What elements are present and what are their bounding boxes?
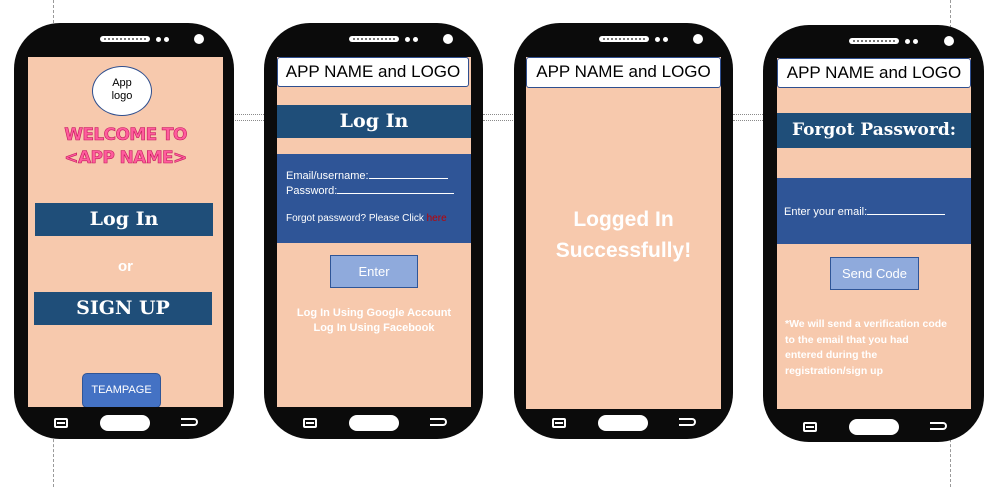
home-button[interactable]: [349, 415, 399, 431]
success-screen: APP NAME and LOGO Logged In Successfully…: [526, 57, 721, 409]
note-line-3: entered during the: [785, 349, 878, 361]
home-button[interactable]: [100, 415, 150, 431]
email-input-line[interactable]: [368, 168, 448, 179]
page-title: Forgot Password:: [777, 113, 971, 148]
speaker-icon: [849, 38, 899, 44]
welcome-title: WELCOME TO <APP NAME>: [28, 124, 223, 170]
email-row[interactable]: Email/username:: [286, 168, 448, 182]
connector-line-1: [232, 114, 264, 115]
or-label: or: [118, 258, 133, 275]
app-logo-text-1: App: [112, 77, 132, 89]
email-label: Enter your email:: [784, 206, 868, 218]
note-line-2: to the email that you had: [785, 333, 909, 346]
welcome-screen: App logo WELCOME TO <APP NAME> Log In or…: [28, 57, 223, 407]
forgot-password-screen: APP NAME and LOGO Forgot Password: Enter…: [777, 58, 971, 409]
menu-icon[interactable]: [552, 418, 566, 428]
camera-icon: [944, 36, 954, 46]
teampage-button[interactable]: TEAMPAGE: [82, 373, 161, 407]
back-icon[interactable]: [930, 422, 947, 430]
nav-bar: [526, 411, 721, 433]
home-button[interactable]: [598, 415, 648, 431]
camera-icon: [443, 34, 453, 44]
phone-welcome: App logo WELCOME TO <APP NAME> Log In or…: [14, 23, 234, 439]
password-row[interactable]: Password:: [286, 183, 455, 197]
home-button[interactable]: [849, 419, 899, 435]
connector-line-3b: [733, 120, 765, 121]
password-input-line[interactable]: [337, 183, 455, 194]
sensor-dot: [905, 39, 910, 44]
login-form: Email/username: Password: Forgot passwor…: [277, 154, 471, 243]
sensor-dot: [413, 37, 418, 42]
back-icon[interactable]: [430, 418, 447, 426]
connector-line-2b: [483, 120, 515, 121]
forgot-form: Enter your email:: [777, 178, 971, 244]
login-button[interactable]: Log In: [35, 203, 213, 236]
speaker-icon: [599, 36, 649, 42]
nav-bar: [277, 411, 471, 433]
email-label: Email/username:: [286, 170, 369, 182]
app-header: APP NAME and LOGO: [277, 57, 469, 87]
welcome-line-1: WELCOME TO: [64, 125, 188, 146]
sensor-dot: [164, 37, 169, 42]
note-line-4: registration/sign up: [785, 364, 884, 377]
page-title: Log In: [277, 105, 471, 138]
app-logo-text-2: logo: [111, 90, 133, 102]
speaker-icon: [349, 36, 399, 42]
sensor-dot: [913, 39, 918, 44]
app-header: APP NAME and LOGO: [777, 58, 971, 88]
forgot-link[interactable]: here: [427, 213, 447, 224]
phone-success: APP NAME and LOGO Logged In Successfully…: [514, 23, 733, 439]
nav-bar: [28, 411, 223, 433]
phone-login: APP NAME and LOGO Log In Email/username:…: [264, 23, 483, 439]
speaker-icon: [100, 36, 150, 42]
sensor-dot: [156, 37, 161, 42]
email-row[interactable]: Enter your email:: [784, 204, 946, 218]
connector-line-2: [483, 114, 515, 115]
camera-icon: [693, 34, 703, 44]
verification-note: *We will send a verification code to the…: [785, 317, 947, 379]
camera-icon: [194, 34, 204, 44]
forgot-row: Forgot password? Please Click here: [286, 213, 447, 224]
connector-line-3: [733, 114, 765, 115]
welcome-line-2: <APP NAME>: [64, 148, 188, 169]
app-header: APP NAME and LOGO: [526, 57, 721, 88]
back-icon[interactable]: [679, 418, 696, 426]
sensor-dot: [655, 37, 660, 42]
phone-forgot-password: APP NAME and LOGO Forgot Password: Enter…: [763, 25, 984, 442]
success-message: Logged In Successfully!: [526, 204, 721, 266]
menu-icon[interactable]: [803, 422, 817, 432]
nav-bar: [777, 415, 971, 437]
login-screen: APP NAME and LOGO Log In Email/username:…: [277, 57, 471, 407]
menu-icon[interactable]: [303, 418, 317, 428]
enter-button[interactable]: Enter: [330, 255, 418, 288]
email-input-line[interactable]: [867, 204, 946, 215]
send-code-button[interactable]: Send Code: [830, 257, 919, 290]
back-icon[interactable]: [181, 418, 198, 426]
menu-icon[interactable]: [54, 418, 68, 428]
note-line-1: *We will send a verification code: [785, 318, 948, 330]
forgot-text: Forgot password? Please Click: [286, 213, 427, 224]
success-line-2: Successfully!: [555, 239, 692, 262]
signup-button[interactable]: SIGN UP: [34, 292, 212, 325]
password-label: Password:: [286, 185, 338, 197]
google-login-link[interactable]: Log In Using Google Account: [277, 307, 471, 319]
app-logo: App logo: [92, 66, 152, 116]
sensor-dot: [405, 37, 410, 42]
success-line-1: Logged In: [573, 208, 674, 231]
sensor-dot: [663, 37, 668, 42]
facebook-login-link[interactable]: Log In Using Facebook: [277, 322, 471, 334]
connector-line-1b: [232, 120, 264, 121]
